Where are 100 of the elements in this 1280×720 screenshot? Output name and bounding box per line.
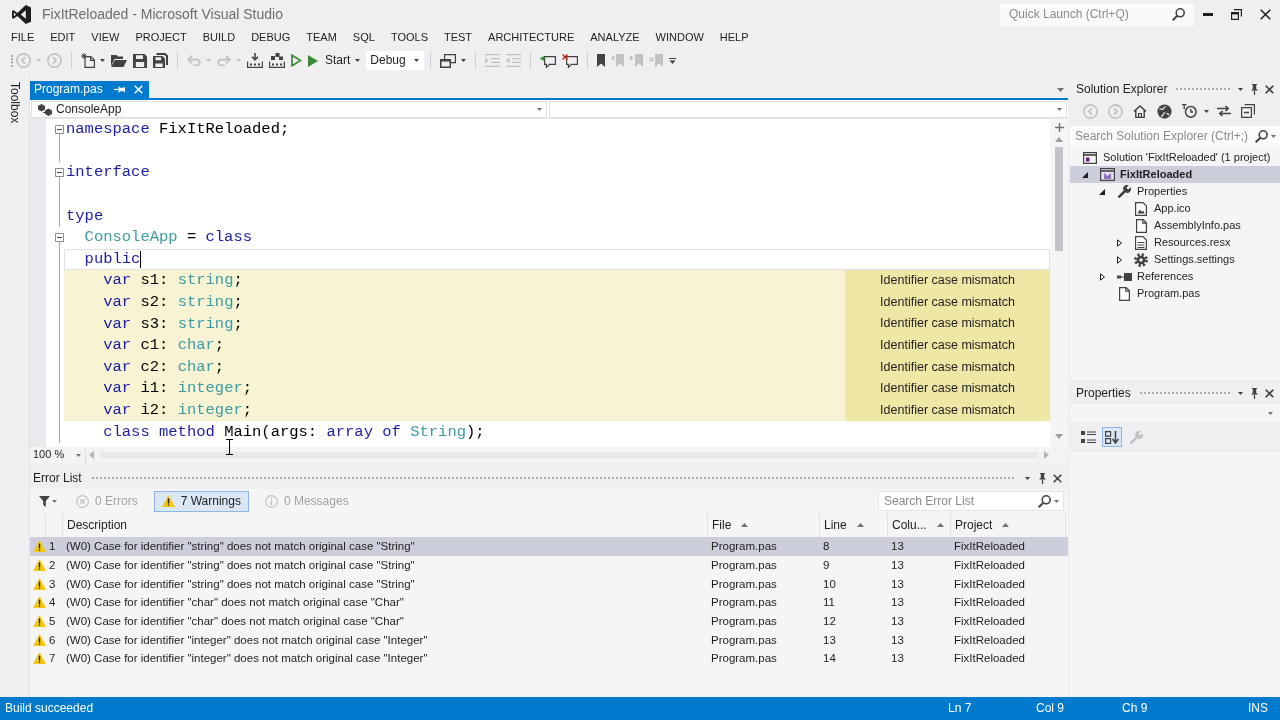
filter-icon[interactable]	[39, 495, 50, 507]
open-folder-icon[interactable]	[111, 54, 127, 67]
start-button[interactable]: Start	[305, 50, 354, 71]
dropdown-caret-icon[interactable]	[1204, 109, 1209, 113]
menu-item[interactable]: ANALYZE	[582, 31, 648, 45]
uncomment-icon[interactable]	[562, 53, 579, 68]
tree-item[interactable]: AssemblyInfo.pas	[1070, 217, 1280, 234]
warning-filter-button[interactable]: 7 Warnings	[153, 490, 249, 512]
dropdown-caret-icon[interactable]	[1025, 476, 1030, 480]
collapse-all-icon[interactable]	[1241, 104, 1255, 118]
vertical-scrollbar[interactable]	[1054, 135, 1064, 441]
toolbox-tab[interactable]: Toolbox	[7, 82, 22, 124]
pin-icon[interactable]	[113, 86, 125, 93]
close-icon[interactable]	[1053, 473, 1062, 483]
warning-icon	[33, 559, 46, 572]
menu-item[interactable]: TOOLS	[382, 31, 436, 45]
close-icon[interactable]	[1265, 388, 1274, 398]
save-all-icon[interactable]	[153, 53, 168, 68]
collapse-box-icon[interactable]	[54, 233, 64, 243]
menu-item[interactable]: FILE	[3, 31, 43, 45]
collapsed-arrow-icon[interactable]	[1099, 272, 1105, 281]
collapsed-arrow-icon[interactable]	[1116, 238, 1122, 247]
tree-item[interactable]: App.ico	[1070, 200, 1280, 217]
bookmark-icon[interactable]	[597, 54, 606, 67]
pin-icon[interactable]	[1039, 472, 1046, 484]
alphabetical-button[interactable]	[1102, 427, 1122, 447]
globe-icon[interactable]	[1157, 103, 1172, 119]
code-line: public	[84, 250, 141, 268]
tree-item[interactable]: Properties	[1070, 183, 1280, 200]
zoom-dropdown[interactable]: 100 %	[30, 447, 86, 463]
menu-item[interactable]: DEBUG	[243, 31, 299, 45]
error-row[interactable]: 2 (W0) Case for identifier "string" does not match original case "String" Program.pas 9 13 FixItReloaded	[30, 555, 1068, 575]
dropdown-caret-icon[interactable]	[355, 59, 361, 62]
dropdown-caret-icon[interactable]	[1238, 391, 1243, 395]
menu-item[interactable]: TEAM	[298, 31, 345, 45]
new-project-icon[interactable]	[81, 53, 95, 68]
tree-item[interactable]: Solution 'FixItReloaded' (1 project)	[1070, 149, 1280, 166]
error-row[interactable]: 6 (W0) Case for identifier "integer" does not match original case "Integer" Program.pas 13 13 FixItReloaded	[30, 630, 1068, 650]
menu-item[interactable]: BUILD	[194, 31, 244, 45]
expanded-arrow-icon[interactable]	[1099, 188, 1105, 195]
tree-item[interactable]: Program.pas	[1070, 285, 1280, 302]
collapse-box-icon[interactable]	[54, 125, 64, 135]
quick-launch-field[interactable]: Quick Launch (Ctrl+Q)	[1000, 3, 1194, 26]
menu-item[interactable]: TEST	[435, 31, 481, 45]
pin-icon[interactable]	[1251, 387, 1258, 399]
tree-item[interactable]: References	[1070, 268, 1280, 285]
pin-icon[interactable]	[1251, 83, 1258, 95]
tree-item[interactable]: FixItReloaded	[1070, 166, 1280, 183]
stacked-blocks-icon[interactable]	[269, 53, 285, 68]
search-field[interactable]: Search Error List	[878, 491, 1064, 511]
warning-icon	[161, 495, 175, 507]
close-icon[interactable]	[1260, 9, 1271, 20]
menu-item[interactable]: ARCHITECTURE	[480, 31, 583, 45]
configuration-dropdown[interactable]: Debug	[366, 51, 425, 70]
error-row[interactable]: 5 (W0) Case for identifier "char" does not match original case "Char" Program.pas 12 13 FixItReloaded	[30, 611, 1068, 631]
clock-icon[interactable]	[1182, 104, 1197, 118]
play-outline-icon[interactable]	[291, 54, 302, 67]
search-icon[interactable]	[1038, 494, 1051, 508]
close-icon[interactable]	[1265, 84, 1274, 94]
menu-item[interactable]: EDIT	[42, 31, 84, 45]
error-number: 1	[49, 540, 56, 553]
code-line: var c1: char;	[103, 337, 225, 355]
error-row[interactable]: 3 (W0) Case for identifier "string" does not match original case "String" Program.pas 10 13 FixItReloaded	[30, 574, 1068, 594]
restore-icon[interactable]	[1231, 9, 1242, 20]
horizontal-scrollbar[interactable]	[88, 450, 1050, 460]
dropdown-caret-icon[interactable]	[1054, 499, 1059, 503]
collapsed-arrow-icon[interactable]	[1116, 255, 1122, 264]
dropdown-caret-icon[interactable]	[461, 59, 467, 62]
error-icon	[76, 494, 89, 508]
window-stack-icon[interactable]	[440, 53, 457, 68]
expanded-arrow-icon[interactable]	[1082, 171, 1088, 178]
error-row[interactable]: 1 (W0) Case for identifier "string" does not match original case "String" Program.pas 8 13 FixItReloaded	[30, 537, 1068, 556]
menu-item[interactable]: PROJECT	[127, 31, 195, 45]
wrench-icon	[1117, 185, 1131, 198]
dropdown-caret-icon[interactable]	[52, 499, 57, 503]
document-tab[interactable]: Program.pas	[30, 81, 149, 98]
dropdown-caret-icon[interactable]	[100, 59, 105, 62]
collapse-box-icon[interactable]	[54, 168, 64, 178]
split-handle-icon[interactable]	[1054, 123, 1064, 132]
overflow-caret-icon[interactable]	[669, 57, 677, 64]
error-row[interactable]: 7 (W0) Case for identifier "integer" does not match original case "Integer" Program.pas 14 13 FixItReloaded	[30, 649, 1068, 668]
menu-item[interactable]: HELP	[711, 31, 757, 45]
project-name: FixItReloaded	[954, 540, 1025, 553]
warning-message: Identifier case mismatch	[845, 313, 1050, 335]
menu-item[interactable]: VIEW	[83, 31, 128, 45]
tab-list-caret-icon[interactable]	[1057, 88, 1064, 92]
menu-item[interactable]: SQL	[344, 31, 383, 45]
save-icon[interactable]	[133, 53, 147, 68]
code-line: var s2: string;	[103, 294, 243, 312]
menu-item[interactable]: WINDOW	[647, 31, 712, 45]
search-field[interactable]: Search Solution Explorer (Ctrl+;)	[1070, 126, 1280, 146]
dropdown-caret-icon[interactable]	[1238, 87, 1243, 91]
error-row[interactable]: 4 (W0) Case for identifier "char" does not match original case "Char" Program.pas 11 13 FixItReloaded	[30, 593, 1068, 612]
tree-item[interactable]: Resources.resx	[1070, 234, 1280, 251]
home-icon[interactable]	[1133, 104, 1147, 118]
tree-item[interactable]: Settings.settings	[1070, 251, 1280, 268]
tray-down-arrow-icon[interactable]	[247, 53, 263, 68]
type-dropdown[interactable]: ConsoleApp	[31, 101, 547, 118]
comment-icon[interactable]	[540, 53, 557, 68]
sync-arrows-icon[interactable]	[1217, 105, 1231, 117]
